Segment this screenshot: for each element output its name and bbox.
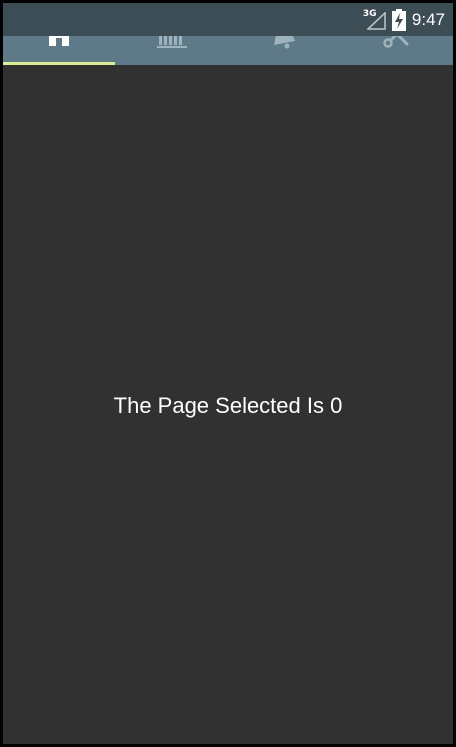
status-icons: 3G 9:47 [363,8,445,32]
battery-charging-icon [391,9,406,31]
page-selected-message: The Page Selected Is 0 [113,393,343,418]
tab-bar: 3G 9:47 [3,3,453,65]
signal-icon [366,12,386,30]
network-indicator: 3G [363,9,387,31]
page-content: The Page Selected Is 0 [3,65,453,744]
status-bar: 3G 9:47 [3,3,453,36]
app-window: 3G 9:47 The Page Selected Is 0 [3,3,453,744]
status-time: 9:47 [411,10,445,29]
